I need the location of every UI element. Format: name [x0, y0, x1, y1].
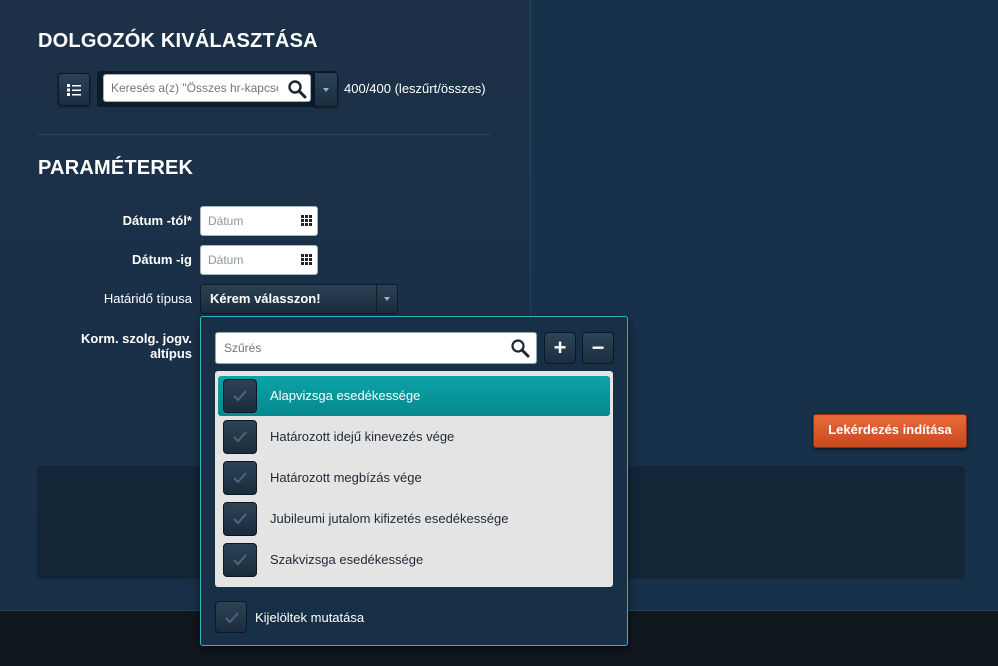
- list-item[interactable]: Szakvizsga esedékessége: [218, 540, 610, 580]
- check-icon: [225, 612, 239, 624]
- calendar-icon[interactable]: [301, 215, 312, 226]
- caret-down-icon: [384, 297, 390, 301]
- parameters-title: PARAMÉTEREK: [38, 157, 194, 179]
- list-item[interactable]: Jubileumi jutalom kifizetés esedékessége: [218, 499, 610, 539]
- deselect-all-button[interactable]: −: [582, 332, 614, 364]
- section-divider: [38, 134, 490, 135]
- option-checkbox[interactable]: [223, 543, 257, 577]
- start-query-button[interactable]: Lekérdezés indítása: [813, 414, 967, 448]
- deadline-type-arrow[interactable]: [376, 285, 397, 313]
- select-all-button[interactable]: +: [544, 332, 576, 364]
- option-checkbox[interactable]: [223, 420, 257, 454]
- filter-input[interactable]: [215, 332, 537, 364]
- search-icon[interactable]: [287, 79, 307, 99]
- list-view-button[interactable]: [58, 73, 90, 106]
- subtype-dropdown: + − Alapvizsga esedékessége Határozott i…: [200, 316, 628, 646]
- employee-count: 400/400 (leszűrt/összes): [344, 81, 486, 96]
- date-to-placeholder: Dátum: [208, 253, 244, 267]
- date-from-field[interactable]: Dátum: [200, 206, 318, 236]
- option-label: Jubileumi jutalom kifizetés esedékessége: [270, 511, 509, 526]
- option-label: Határozott idejű kinevezés vége: [270, 429, 455, 444]
- check-icon: [233, 513, 247, 525]
- employee-search-input[interactable]: [103, 74, 311, 102]
- date-to-field[interactable]: Dátum: [200, 245, 318, 275]
- check-icon: [233, 472, 247, 484]
- caret-down-icon: [323, 88, 329, 92]
- show-selected-label: Kijelöltek mutatása: [255, 610, 365, 625]
- show-selected-checkbox[interactable]: [215, 601, 247, 633]
- option-checkbox[interactable]: [223, 502, 257, 536]
- search-icon[interactable]: [510, 338, 530, 358]
- subtype-label: Korm. szolg. jogv. altípus: [81, 331, 192, 361]
- employees-title: DOLGOZÓK KIVÁLASZTÁSA: [38, 30, 318, 52]
- list-icon: [67, 84, 81, 96]
- calendar-icon[interactable]: [301, 254, 312, 265]
- option-list: Alapvizsga esedékessége Határozott idejű…: [215, 371, 613, 587]
- option-label: Szakvizsga esedékessége: [270, 552, 424, 567]
- option-checkbox[interactable]: [223, 461, 257, 495]
- check-icon: [233, 431, 247, 443]
- option-label: Határozott megbízás vége: [270, 470, 422, 485]
- check-icon: [233, 554, 247, 566]
- deadline-type-label: Határidő típusa: [103, 291, 192, 306]
- show-selected-toggle[interactable]: Kijelöltek mutatása: [215, 601, 515, 635]
- list-item[interactable]: Határozott idejű kinevezés vége: [218, 417, 610, 457]
- check-icon: [233, 390, 247, 402]
- list-item[interactable]: Határozott megbízás vége: [218, 458, 610, 498]
- option-label: Alapvizsga esedékessége: [270, 388, 421, 403]
- deadline-type-select[interactable]: Kérem válasszon!: [200, 284, 398, 314]
- date-from-placeholder: Dátum: [208, 214, 244, 228]
- deadline-type-value: Kérem válasszon!: [210, 291, 321, 306]
- date-to-label: Dátum -ig: [132, 252, 192, 267]
- search-dropdown-button[interactable]: [314, 72, 338, 107]
- list-item[interactable]: Alapvizsga esedékessége: [218, 376, 610, 416]
- option-checkbox[interactable]: [223, 379, 257, 413]
- date-from-label: Dátum -tól*: [122, 213, 192, 228]
